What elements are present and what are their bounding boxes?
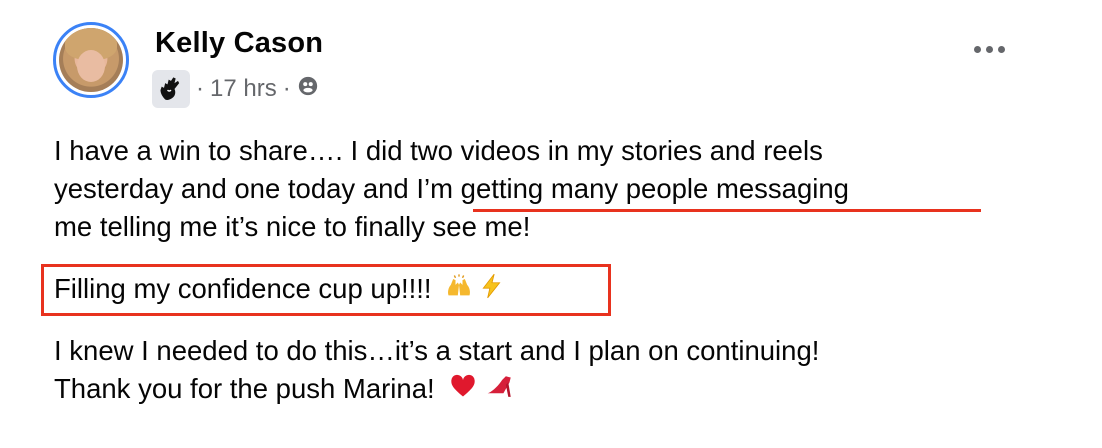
highlighted-text: I’m getting many people messaging [416,173,849,204]
meta-separator: · [196,75,204,102]
highlight-underline [473,209,981,212]
post-text-segment: Filling my confidence cup up!!!! [54,273,432,304]
post-text-segment: Thank you for the push Marina! [54,373,435,404]
red-heart-emoji [448,372,478,410]
meta-separator: · [282,75,291,102]
post-text-line: me telling me it’s nice to finally see m… [54,211,531,242]
more-options-icon[interactable] [974,46,1005,53]
post-text-line: Filling my confidence cup up!!!! [54,270,505,310]
post-timestamp[interactable]: 17 hrs [210,75,277,103]
post-text-segment: yesterday and one today and [54,173,417,204]
post-text-line: I have a win to share…. I did two videos… [54,135,823,166]
avatar[interactable] [53,22,129,98]
avatar-photo [59,28,123,92]
author-name[interactable]: Kelly Cason [155,27,323,60]
group-icon[interactable] [297,75,319,104]
waving-hand-icon[interactable] [152,70,190,108]
high-heel-emoji [484,371,518,411]
raising-hands-emoji [445,272,473,310]
facebook-post: Kelly Cason · 17 hrs · I have a win to s… [0,0,1102,448]
post-text-line: I knew I needed to do this…it’s a start … [54,335,820,366]
post-text-line: Thank you for the push Marina! [54,370,518,411]
post-meta: · 17 hrs · [152,70,319,108]
post-text-line: yesterday and one today and I’m getting … [54,170,849,208]
lightning-emoji [479,272,505,310]
